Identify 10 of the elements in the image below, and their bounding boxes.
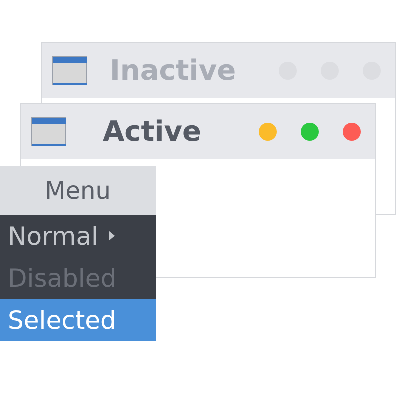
window-title: Active (103, 115, 202, 148)
window-icon (31, 116, 67, 146)
menu-item[interactable]: Normal (0, 215, 156, 257)
minimize-button[interactable] (259, 122, 277, 140)
window-title: Inactive (110, 54, 236, 87)
maximize-button[interactable] (301, 122, 319, 140)
close-button[interactable] (343, 122, 361, 140)
menu-title: Menu (0, 166, 156, 215)
window-icon (52, 56, 88, 86)
menu-item[interactable]: Selected (0, 299, 156, 341)
